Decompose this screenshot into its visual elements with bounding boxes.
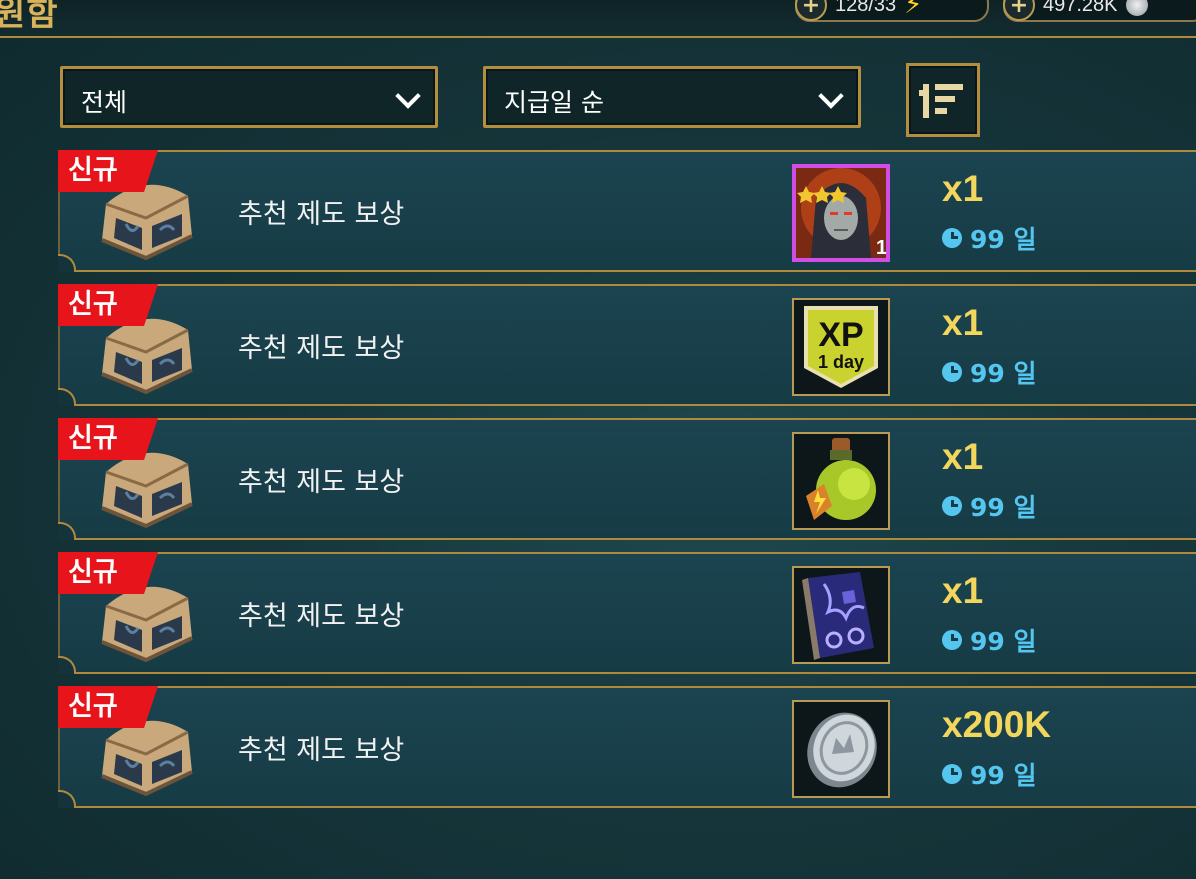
- sort-dropdown-label: 지급일 순: [504, 88, 604, 117]
- reward-expiry: 99 일: [942, 354, 1037, 390]
- sort-order-button[interactable]: [906, 63, 980, 137]
- reward-expiry: 99 일: [942, 756, 1037, 792]
- silver-coin-icon: [794, 702, 888, 796]
- expiry-text: 99 일: [970, 627, 1037, 656]
- new-badge: 신규: [58, 552, 158, 594]
- expiry-text: 99 일: [970, 493, 1037, 522]
- reward-expiry: 99 일: [942, 622, 1037, 658]
- add-energy-button[interactable]: +: [795, 0, 827, 21]
- new-badge: 신규: [58, 418, 158, 460]
- silver-resource[interactable]: + 497.28K: [1003, 0, 1196, 22]
- reward-title: 추천 제도 보상: [238, 333, 405, 364]
- clock-icon: [942, 496, 962, 516]
- clock-icon: [942, 228, 962, 248]
- energy-value: 128/33: [835, 0, 897, 16]
- chevron-down-icon: [395, 83, 421, 109]
- reward-expiry: 99 일: [942, 488, 1037, 524]
- clock-icon: [942, 764, 962, 784]
- page-title: 원함: [0, 0, 59, 34]
- add-silver-button[interactable]: +: [1003, 0, 1035, 21]
- reward-title: 추천 제도 보상: [238, 199, 405, 230]
- reward-item-tome[interactable]: [792, 566, 890, 664]
- new-badge: 신규: [58, 686, 158, 728]
- mystery-tome-icon: [794, 568, 888, 662]
- xp-label: XP: [818, 316, 863, 354]
- top-bar: 원함 + 128/33 ⚡ + 497.28K: [0, 0, 1196, 38]
- reward-quantity: x200K: [942, 704, 1052, 745]
- reward-item-silver[interactable]: [792, 700, 890, 798]
- reward-item-energy-potion[interactable]: [792, 432, 890, 530]
- reward-row[interactable]: 신규 추천 제도 보상 XP 1 day x1 99 일: [58, 284, 1196, 406]
- reward-title: 추천 제도 보상: [238, 467, 405, 498]
- reward-quantity: x1: [942, 302, 984, 343]
- expiry-text: 99 일: [970, 761, 1037, 790]
- expiry-text: 99 일: [970, 359, 1037, 388]
- reward-item-xp-boost[interactable]: XP 1 day: [792, 298, 890, 396]
- sort-dropdown[interactable]: 지급일 순: [483, 66, 861, 128]
- sort-descending-icon: [919, 84, 963, 118]
- clock-icon: [942, 630, 962, 650]
- champion-level: 1: [876, 237, 886, 258]
- category-dropdown-label: 전체: [81, 88, 128, 117]
- reward-row[interactable]: 신규 추천 제도 보상 x1 99 일: [58, 418, 1196, 540]
- reward-quantity: x1: [942, 168, 984, 209]
- champion-portrait-icon: 1: [796, 168, 886, 258]
- silver-value: 497.28K: [1043, 0, 1118, 16]
- reward-item-champion[interactable]: 1: [792, 164, 890, 262]
- reward-row[interactable]: 신규 추천 제도 보상 x200K 99 일: [58, 686, 1196, 808]
- clock-icon: [942, 362, 962, 382]
- reward-quantity: x1: [942, 436, 984, 477]
- xp-boost-icon: XP 1 day: [794, 300, 888, 394]
- reward-row[interactable]: 신규 추천 제도 보상 x1 99 일: [58, 552, 1196, 674]
- reward-row[interactable]: 신규 추천 제도 보상 1 x1 99 일: [58, 150, 1196, 272]
- silver-coin-icon: [1125, 0, 1148, 16]
- category-dropdown[interactable]: 전체: [60, 66, 438, 128]
- new-badge: 신규: [58, 284, 158, 326]
- chevron-down-icon: [818, 83, 844, 109]
- expiry-text: 99 일: [970, 225, 1037, 254]
- reward-title: 추천 제도 보상: [238, 601, 405, 632]
- reward-quantity: x1: [942, 570, 984, 611]
- reward-title: 추천 제도 보상: [238, 735, 405, 766]
- reward-expiry: 99 일: [942, 220, 1037, 256]
- energy-resource[interactable]: + 128/33 ⚡: [795, 0, 989, 22]
- lightning-icon: ⚡: [904, 0, 923, 20]
- xp-duration: 1 day: [818, 352, 864, 372]
- new-badge: 신규: [58, 150, 158, 192]
- energy-potion-icon: [794, 434, 888, 528]
